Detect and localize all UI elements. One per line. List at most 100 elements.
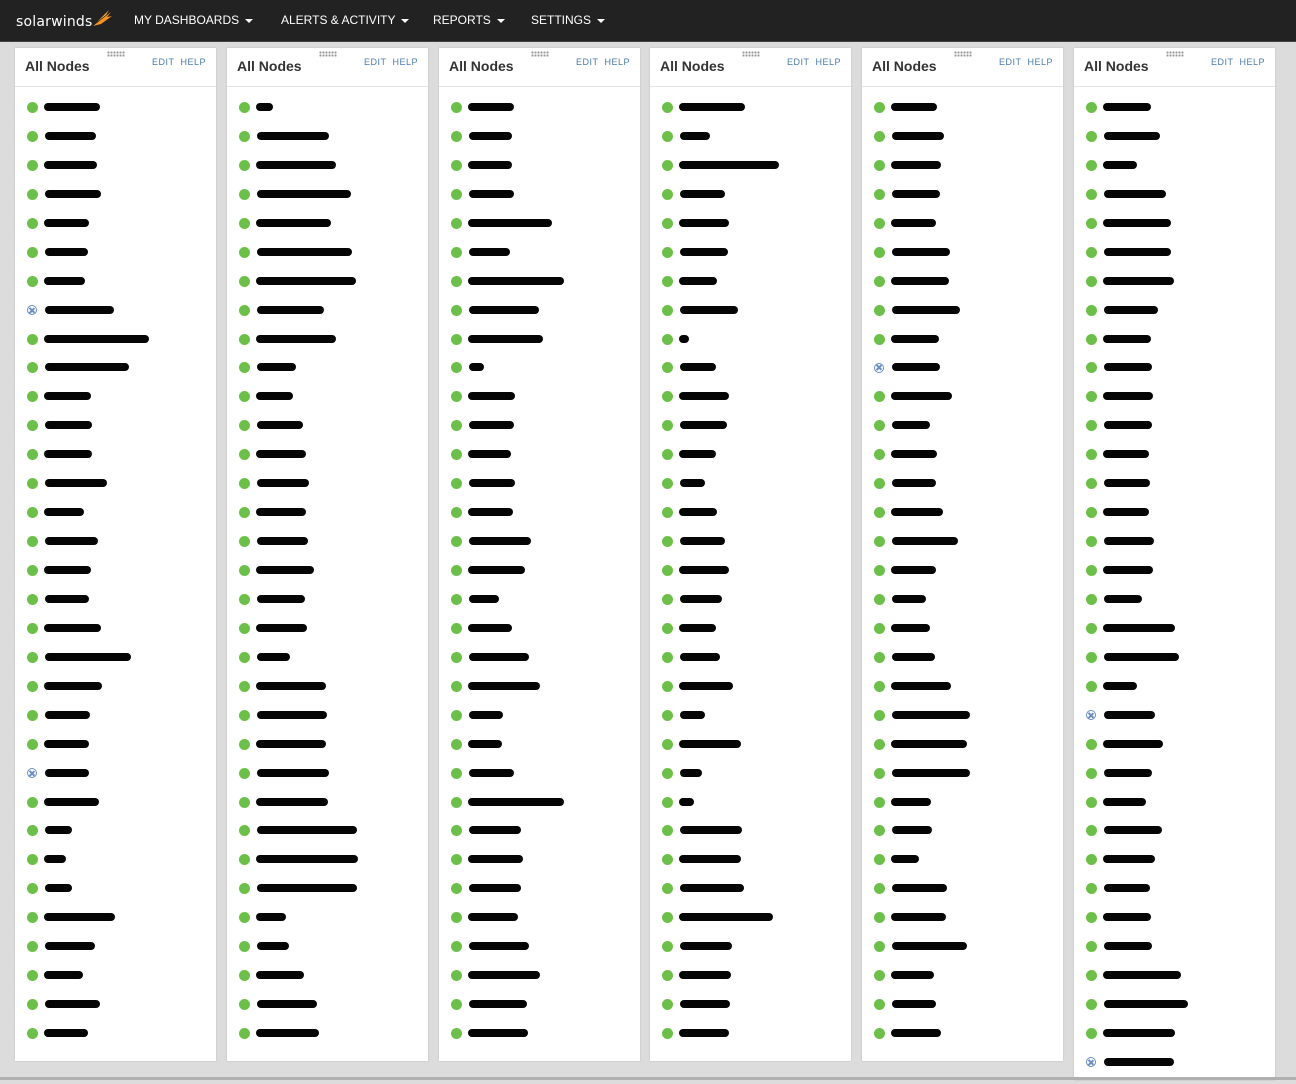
redacted-node-name-link[interactable]	[45, 826, 72, 835]
redacted-node-name-link[interactable]	[256, 276, 356, 285]
redacted-node-name-link[interactable]	[256, 1029, 319, 1037]
redacted-node-name-link[interactable]	[44, 566, 91, 574]
redacted-node-name-link[interactable]	[891, 623, 930, 632]
redacted-node-name-link[interactable]	[256, 739, 326, 748]
redacted-node-name-link[interactable]	[679, 450, 716, 459]
redacted-node-name-link[interactable]	[469, 594, 499, 603]
redacted-node-name-link[interactable]	[679, 855, 741, 864]
redacted-node-name-link[interactable]	[891, 392, 952, 401]
redacted-node-name-link[interactable]	[679, 218, 729, 227]
redacted-node-name-link[interactable]	[468, 103, 514, 111]
redacted-node-name-link[interactable]	[891, 797, 931, 806]
redacted-node-name-link[interactable]	[1103, 508, 1149, 517]
redacted-node-name-link[interactable]	[256, 681, 326, 690]
redacted-node-name-link[interactable]	[680, 131, 710, 140]
redacted-node-name-link[interactable]	[469, 826, 521, 835]
redacted-node-name-link[interactable]	[679, 913, 773, 922]
redacted-node-name-link[interactable]	[257, 768, 329, 777]
redacted-node-name-link[interactable]	[679, 392, 729, 401]
redacted-node-name-link[interactable]	[679, 276, 717, 285]
redacted-node-name-link[interactable]	[44, 739, 89, 748]
redacted-node-name-link[interactable]	[469, 537, 531, 546]
redacted-node-name-link[interactable]	[891, 450, 937, 459]
redacted-node-name-link[interactable]	[44, 334, 149, 343]
redacted-node-name-link[interactable]	[45, 189, 101, 198]
redacted-node-name-link[interactable]	[891, 276, 949, 285]
help-link[interactable]: HELP	[815, 57, 841, 67]
redacted-node-name-link[interactable]	[1103, 566, 1153, 574]
redacted-node-name-link[interactable]	[468, 508, 513, 517]
help-link[interactable]: HELP	[1027, 57, 1053, 67]
redacted-node-name-link[interactable]	[256, 508, 306, 517]
redacted-node-name-link[interactable]	[1104, 942, 1152, 951]
redacted-node-name-link[interactable]	[45, 1000, 100, 1009]
redacted-node-name-link[interactable]	[256, 218, 331, 227]
redacted-node-name-link[interactable]	[468, 160, 512, 169]
redacted-node-name-link[interactable]	[1104, 884, 1150, 893]
redacted-node-name-link[interactable]	[1103, 971, 1181, 980]
redacted-node-name-link[interactable]	[892, 768, 970, 777]
redacted-node-name-link[interactable]	[1104, 189, 1166, 198]
redacted-node-name-link[interactable]	[257, 1000, 317, 1009]
redacted-node-name-link[interactable]	[45, 247, 88, 256]
menu-my-dashboards[interactable]: MY DASHBOARDS	[134, 13, 254, 27]
redacted-node-name-link[interactable]	[256, 103, 273, 111]
redacted-node-name-link[interactable]	[469, 131, 512, 140]
redacted-node-name-link[interactable]	[1104, 768, 1152, 777]
redacted-node-name-link[interactable]	[469, 652, 529, 661]
redacted-node-name-link[interactable]	[679, 160, 779, 169]
redacted-node-name-link[interactable]	[45, 305, 114, 314]
redacted-node-name-link[interactable]	[680, 305, 738, 314]
redacted-node-name-link[interactable]	[679, 797, 694, 806]
redacted-node-name-link[interactable]	[892, 594, 926, 603]
redacted-node-name-link[interactable]	[891, 160, 941, 169]
edit-link[interactable]: EDIT	[576, 57, 599, 67]
redacted-node-name-link[interactable]	[257, 826, 357, 835]
redacted-node-name-link[interactable]	[892, 942, 967, 951]
redacted-node-name-link[interactable]	[1103, 276, 1174, 285]
redacted-node-name-link[interactable]	[45, 768, 89, 777]
redacted-node-name-link[interactable]	[257, 131, 329, 140]
redacted-node-name-link[interactable]	[468, 855, 523, 864]
edit-link[interactable]: EDIT	[152, 57, 175, 67]
redacted-node-name-link[interactable]	[468, 450, 511, 459]
drag-handle-icon[interactable]	[319, 51, 337, 57]
redacted-node-name-link[interactable]	[257, 247, 352, 256]
redacted-node-name-link[interactable]	[891, 103, 937, 111]
redacted-node-name-link[interactable]	[1104, 1057, 1174, 1066]
redacted-node-name-link[interactable]	[468, 681, 540, 690]
redacted-node-name-link[interactable]	[1103, 392, 1153, 401]
redacted-node-name-link[interactable]	[680, 537, 725, 546]
edit-link[interactable]: EDIT	[787, 57, 810, 67]
redacted-node-name-link[interactable]	[892, 363, 940, 372]
redacted-node-name-link[interactable]	[468, 218, 552, 227]
redacted-node-name-link[interactable]	[1103, 450, 1149, 459]
drag-handle-icon[interactable]	[742, 51, 760, 57]
redacted-node-name-link[interactable]	[891, 681, 951, 690]
redacted-node-name-link[interactable]	[892, 1000, 936, 1009]
redacted-node-name-link[interactable]	[45, 363, 129, 372]
redacted-node-name-link[interactable]	[891, 913, 946, 922]
redacted-node-name-link[interactable]	[1104, 710, 1155, 719]
redacted-node-name-link[interactable]	[1104, 1000, 1188, 1009]
solarwinds-logo[interactable]: solarwinds	[16, 14, 92, 30]
redacted-node-name-link[interactable]	[1104, 594, 1142, 603]
redacted-node-name-link[interactable]	[892, 189, 940, 198]
redacted-node-name-link[interactable]	[679, 566, 729, 574]
redacted-node-name-link[interactable]	[469, 305, 539, 314]
redacted-node-name-link[interactable]	[891, 1029, 941, 1037]
redacted-node-name-link[interactable]	[680, 942, 732, 951]
redacted-node-name-link[interactable]	[468, 276, 564, 285]
redacted-node-name-link[interactable]	[891, 855, 919, 864]
redacted-node-name-link[interactable]	[892, 247, 950, 256]
redacted-node-name-link[interactable]	[1103, 681, 1137, 690]
redacted-node-name-link[interactable]	[257, 363, 296, 372]
redacted-node-name-link[interactable]	[1103, 1029, 1175, 1037]
redacted-node-name-link[interactable]	[44, 681, 102, 690]
redacted-node-name-link[interactable]	[891, 566, 936, 574]
redacted-node-name-link[interactable]	[468, 566, 525, 574]
redacted-node-name-link[interactable]	[1104, 537, 1154, 546]
redacted-node-name-link[interactable]	[257, 710, 327, 719]
redacted-node-name-link[interactable]	[45, 652, 131, 661]
redacted-node-name-link[interactable]	[892, 421, 930, 430]
